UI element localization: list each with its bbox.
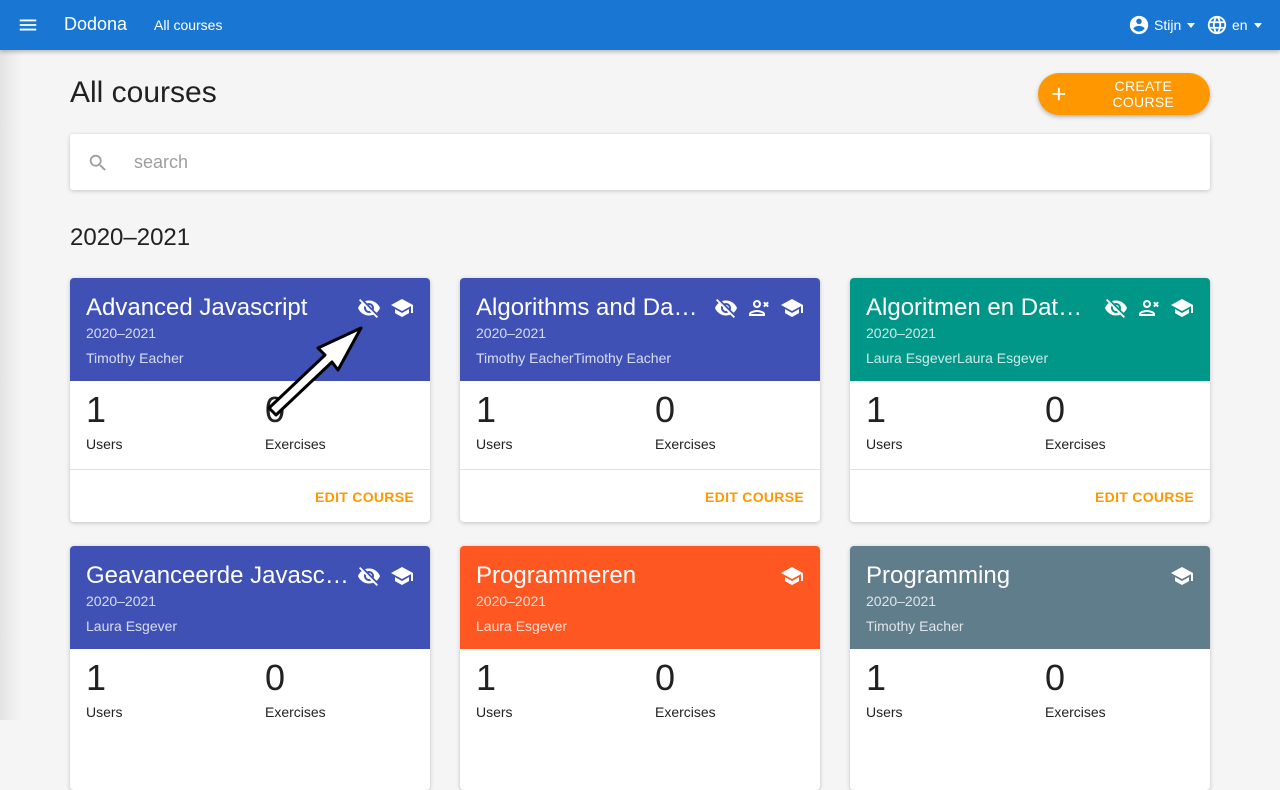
course-card-header[interactable]: Geavanceerde Javascript 2020–2021 Laura … xyxy=(70,546,430,649)
chevron-down-icon xyxy=(1187,22,1196,28)
course-year: 2020–2021 xyxy=(866,325,937,341)
exercises-count: 0 xyxy=(655,389,676,430)
exercises-label: Exercises xyxy=(655,704,716,720)
course-teacher: Timothy Eacher xyxy=(86,350,184,366)
sidebar-edge xyxy=(0,50,22,720)
school-icon xyxy=(1171,567,1193,585)
exercises-label: Exercises xyxy=(655,436,716,452)
course-title[interactable]: Geavanceerde Javascript xyxy=(86,562,351,590)
person-remove-icon xyxy=(1139,300,1159,316)
edit-course-button[interactable]: EDIT COURSE xyxy=(315,489,414,505)
edit-course-button[interactable]: EDIT COURSE xyxy=(1095,489,1194,505)
course-card: Programming 2020–2021 Timothy Eacher 1 U… xyxy=(850,546,1210,790)
course-title[interactable]: Programmeren xyxy=(476,562,746,590)
users-label: Users xyxy=(866,436,903,452)
course-year: 2020–2021 xyxy=(866,593,937,609)
course-title[interactable]: Algoritmen en Datast… xyxy=(866,294,1091,322)
top-app-bar: Dodona All courses Stijn en xyxy=(0,0,1280,50)
course-teacher: Timothy Eacher xyxy=(866,618,964,634)
search-input[interactable] xyxy=(132,146,1192,178)
users-count: 1 xyxy=(86,389,107,430)
course-year: 2020–2021 xyxy=(476,325,547,341)
course-teacher: Laura Esgever xyxy=(476,618,568,634)
course-card: Algorithms and Data … 2020–2021 Timothy … xyxy=(460,278,820,522)
visibility-off-icon xyxy=(358,567,380,586)
language-menu[interactable]: en xyxy=(1206,13,1262,37)
exercises-count: 0 xyxy=(1045,657,1066,698)
course-teacher: Timothy EacherTimothy Eacher xyxy=(476,350,672,366)
course-title[interactable]: Advanced Javascript xyxy=(86,294,311,322)
course-card: Programmeren 2020–2021 Laura Esgever 1 U… xyxy=(460,546,820,790)
course-teacher: Laura EsgeverLaura Esgever xyxy=(866,350,1049,366)
user-menu[interactable]: Stijn xyxy=(1128,13,1196,37)
globe-icon xyxy=(1207,15,1227,35)
exercises-label: Exercises xyxy=(265,436,326,452)
exercises-label: Exercises xyxy=(1045,704,1106,720)
course-teacher: Laura Esgever xyxy=(86,618,178,634)
exercises-count: 0 xyxy=(1045,389,1066,430)
users-count: 1 xyxy=(476,657,497,698)
plus-icon xyxy=(1052,87,1066,101)
create-course-label: CREATE COURSE xyxy=(1112,78,1175,110)
course-card-header[interactable]: Algorithms and Data … 2020–2021 Timothy … xyxy=(460,278,820,381)
course-card: Geavanceerde Javascript 2020–2021 Laura … xyxy=(70,546,430,790)
exercises-count: 0 xyxy=(265,389,286,430)
person-remove-icon xyxy=(749,300,769,316)
brand-logo[interactable]: Dodona xyxy=(64,14,127,35)
users-count: 1 xyxy=(86,657,107,698)
exercises-count: 0 xyxy=(265,657,286,698)
account-circle-icon xyxy=(1129,15,1149,35)
users-label: Users xyxy=(476,436,513,452)
exercises-label: Exercises xyxy=(265,704,326,720)
course-card-header[interactable]: Algoritmen en Datast… 2020–2021 Laura Es… xyxy=(850,278,1210,381)
course-year: 2020–2021 xyxy=(476,593,547,609)
chevron-down-icon xyxy=(1253,22,1262,28)
course-year: 2020–2021 xyxy=(86,593,157,609)
users-label: Users xyxy=(866,704,903,720)
language-code: en xyxy=(1232,17,1248,33)
visibility-off-icon xyxy=(715,299,737,318)
users-count: 1 xyxy=(866,389,887,430)
course-card-header[interactable]: Programming 2020–2021 Timothy Eacher xyxy=(850,546,1210,649)
course-card: Advanced Javascript 2020–2021 Timothy Ea… xyxy=(70,278,430,522)
users-label: Users xyxy=(86,436,123,452)
user-name: Stijn xyxy=(1154,17,1182,33)
users-label: Users xyxy=(476,704,513,720)
course-year: 2020–2021 xyxy=(86,325,157,341)
course-card-header[interactable]: Programmeren 2020–2021 Laura Esgever xyxy=(460,546,820,649)
users-count: 1 xyxy=(476,389,497,430)
search-icon xyxy=(89,154,106,171)
school-icon xyxy=(781,567,803,585)
course-title[interactable]: Algorithms and Data … xyxy=(476,294,701,322)
search-bar xyxy=(70,134,1210,190)
course-title[interactable]: Programming xyxy=(866,562,1136,590)
page-title: All courses xyxy=(70,76,217,109)
school-icon xyxy=(1171,299,1193,317)
course-card-header[interactable]: Advanced Javascript 2020–2021 Timothy Ea… xyxy=(70,278,430,381)
visibility-off-icon xyxy=(1105,299,1127,318)
card-divider xyxy=(460,469,820,470)
school-icon xyxy=(391,567,413,585)
edit-course-button[interactable]: EDIT COURSE xyxy=(705,489,804,505)
users-label: Users xyxy=(86,704,123,720)
exercises-count: 0 xyxy=(655,657,676,698)
users-count: 1 xyxy=(866,657,887,698)
year-heading: 2020–2021 xyxy=(70,224,191,251)
create-course-button[interactable]: CREATE COURSE xyxy=(1038,73,1210,115)
menu-icon[interactable] xyxy=(17,14,39,36)
exercises-label: Exercises xyxy=(1045,436,1106,452)
school-icon xyxy=(391,299,413,317)
course-card: Algoritmen en Datast… 2020–2021 Laura Es… xyxy=(850,278,1210,522)
school-icon xyxy=(781,299,803,317)
card-divider xyxy=(70,469,430,470)
breadcrumb[interactable]: All courses xyxy=(154,17,222,33)
visibility-off-icon xyxy=(358,299,380,318)
card-divider xyxy=(850,469,1210,470)
